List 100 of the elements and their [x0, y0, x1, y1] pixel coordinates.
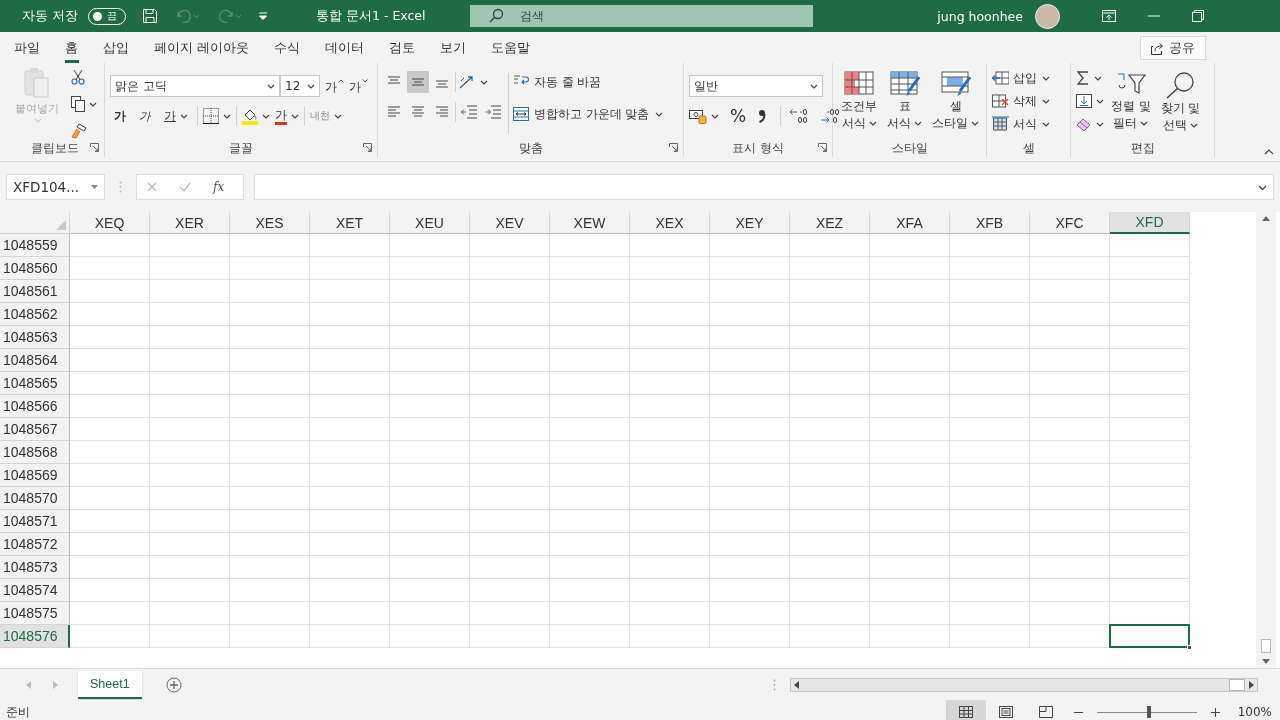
grid-cell[interactable]: [630, 257, 710, 280]
wrap-text-button[interactable]: 자동 줄 바꿈: [513, 71, 664, 93]
cell-styles-button[interactable]: 셀 스타일: [929, 67, 982, 131]
grid-cell[interactable]: [70, 487, 150, 510]
row-header[interactable]: 1048573: [0, 556, 70, 579]
grid-cell[interactable]: [150, 418, 230, 441]
zoom-level[interactable]: 100%: [1237, 705, 1272, 719]
grid-cell[interactable]: [70, 349, 150, 372]
font-name-dropdown[interactable]: 맑은 고딕: [110, 75, 280, 97]
grid-cell[interactable]: [870, 303, 950, 326]
grid-cell[interactable]: [1030, 257, 1110, 280]
grid-cell[interactable]: [310, 303, 390, 326]
conditional-formatting-button[interactable]: 조건부 서식: [838, 67, 880, 131]
grid-cell[interactable]: [630, 579, 710, 602]
grid-cell[interactable]: [550, 533, 630, 556]
grid-cell[interactable]: [230, 303, 310, 326]
grid-cell[interactable]: [150, 280, 230, 303]
grid-cell[interactable]: [950, 395, 1030, 418]
sort-filter-button[interactable]: 정렬 및 필터: [1108, 67, 1154, 131]
grid-cell[interactable]: [230, 395, 310, 418]
column-header[interactable]: XEV: [470, 212, 550, 234]
select-all-icon[interactable]: [56, 220, 66, 230]
row-header[interactable]: 1048571: [0, 510, 70, 533]
grid-cell[interactable]: [150, 533, 230, 556]
save-icon[interactable]: [142, 8, 158, 24]
grid-cell[interactable]: [150, 556, 230, 579]
grid-cell[interactable]: [470, 464, 550, 487]
grid-cell[interactable]: [790, 280, 870, 303]
grid-cell[interactable]: [310, 510, 390, 533]
enter-icon[interactable]: [179, 182, 191, 192]
grow-font-button[interactable]: 가: [325, 75, 344, 97]
column-header[interactable]: XET: [310, 212, 390, 234]
grid-cell[interactable]: [950, 602, 1030, 625]
formula-input[interactable]: [254, 174, 1274, 200]
row-header[interactable]: 1048574: [0, 579, 70, 602]
grid-cell[interactable]: [550, 625, 630, 648]
grid-cell[interactable]: [950, 234, 1030, 257]
grid-cell[interactable]: [710, 487, 790, 510]
grid-cell[interactable]: [390, 487, 470, 510]
grid-cell[interactable]: [710, 556, 790, 579]
grid-cell[interactable]: [790, 602, 870, 625]
row-header[interactable]: 1048576: [0, 625, 70, 648]
grid-cell[interactable]: [1030, 418, 1110, 441]
grid-cell[interactable]: [1030, 280, 1110, 303]
grid-cell[interactable]: [950, 556, 1030, 579]
grid-cell[interactable]: [1030, 510, 1110, 533]
grid-cell[interactable]: [950, 464, 1030, 487]
grid-cell[interactable]: [310, 372, 390, 395]
grid-cell[interactable]: [390, 441, 470, 464]
row-header[interactable]: 1048575: [0, 602, 70, 625]
grid-cell[interactable]: [870, 602, 950, 625]
grid-cell[interactable]: [150, 234, 230, 257]
grid-cell[interactable]: [390, 625, 470, 648]
comma-style-icon[interactable]: [757, 108, 768, 124]
grid-cell[interactable]: [870, 280, 950, 303]
grid-cell[interactable]: [470, 487, 550, 510]
grid-cell[interactable]: [870, 510, 950, 533]
find-select-button[interactable]: 찾기 및 선택: [1157, 67, 1204, 133]
grid-cell[interactable]: [790, 556, 870, 579]
grid-cell[interactable]: [230, 602, 310, 625]
ribbon-tab[interactable]: 데이터: [315, 32, 374, 64]
grid-cell[interactable]: [390, 349, 470, 372]
number-format-dropdown[interactable]: 일반: [689, 75, 823, 97]
grid-cell[interactable]: [310, 349, 390, 372]
grid-cell[interactable]: [550, 234, 630, 257]
grid-cell[interactable]: [310, 441, 390, 464]
grid-cell[interactable]: [630, 556, 710, 579]
dialog-launcher-icon[interactable]: [90, 143, 99, 152]
grid-cell[interactable]: [870, 349, 950, 372]
horizontal-scrollbar[interactable]: [790, 677, 1258, 692]
column-header[interactable]: XEZ: [790, 212, 870, 234]
grid-cell[interactable]: [150, 257, 230, 280]
grid-cell[interactable]: [550, 395, 630, 418]
decrease-decimal-icon[interactable]: [820, 108, 841, 124]
grid-cell[interactable]: [230, 372, 310, 395]
grid-cell[interactable]: [550, 579, 630, 602]
grid-cell[interactable]: [950, 418, 1030, 441]
grid-cell[interactable]: [870, 326, 950, 349]
grid-cell[interactable]: [230, 579, 310, 602]
grid-cell[interactable]: [230, 510, 310, 533]
grid-cell[interactable]: [470, 579, 550, 602]
grid-cell[interactable]: [550, 556, 630, 579]
scroll-thumb[interactable]: [1229, 678, 1245, 691]
grid-cell[interactable]: [710, 280, 790, 303]
underline-button[interactable]: 가: [160, 105, 192, 127]
column-header[interactable]: XFB: [950, 212, 1030, 234]
row-header[interactable]: 1048570: [0, 487, 70, 510]
grid-cell[interactable]: [310, 625, 390, 648]
grid-cell[interactable]: [230, 234, 310, 257]
grid-cell[interactable]: [870, 441, 950, 464]
row-header[interactable]: 1048565: [0, 372, 70, 395]
column-header[interactable]: XER: [150, 212, 230, 234]
grid-cell[interactable]: [70, 234, 150, 257]
grid-cell[interactable]: [310, 533, 390, 556]
grid-cell[interactable]: [950, 326, 1030, 349]
grid-cell[interactable]: [470, 441, 550, 464]
grid-cell[interactable]: [630, 533, 710, 556]
ribbon-tab[interactable]: 보기: [430, 32, 476, 64]
zoom-slider[interactable]: [1094, 706, 1199, 718]
grid-cell[interactable]: [70, 625, 150, 648]
